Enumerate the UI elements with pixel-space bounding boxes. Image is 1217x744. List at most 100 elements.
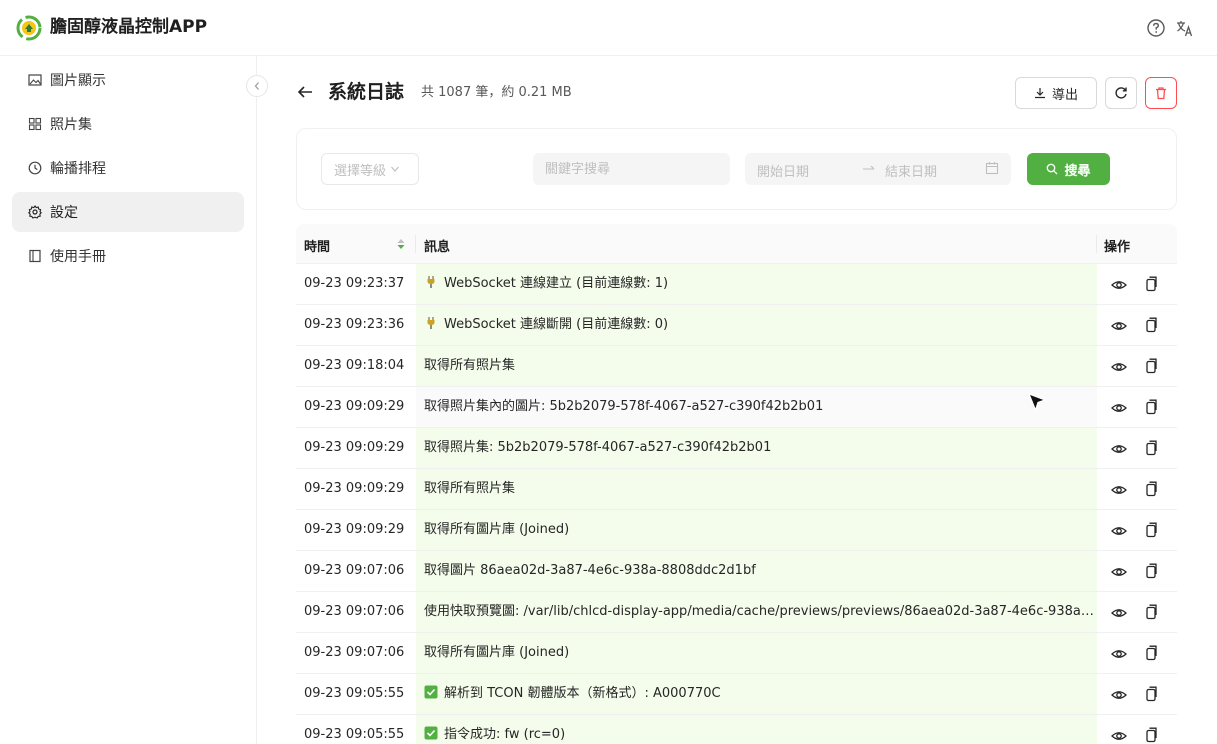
app-header: 膽固醇液晶控制APP — [0, 0, 1217, 56]
copy-icon[interactable] — [1144, 276, 1158, 292]
copy-icon[interactable] — [1144, 440, 1158, 456]
log-message: 指令成功: fw (rc=0) — [416, 715, 1097, 744]
table-row[interactable]: 09-23 09:09:29 取得所有圖片庫 (Joined) — [296, 510, 1177, 551]
table-row[interactable]: 09-23 09:18:04 取得所有照片集 — [296, 346, 1177, 387]
chevron-down-icon — [391, 166, 399, 172]
copy-icon[interactable] — [1144, 522, 1158, 538]
log-time: 09-23 09:05:55 — [296, 674, 416, 714]
log-message: 取得所有圖片庫 (Joined) — [416, 633, 1097, 673]
check-icon — [424, 685, 438, 699]
row-actions — [1097, 264, 1177, 304]
help-icon[interactable] — [1146, 18, 1166, 38]
log-message: 取得照片集: 5b2b2079-578f-4067-a527-c390f42b2… — [416, 428, 1097, 468]
row-actions — [1097, 592, 1177, 632]
log-message-text: 取得照片集: 5b2b2079-578f-4067-a527-c390f42b2… — [424, 440, 772, 455]
copy-icon[interactable] — [1144, 563, 1158, 579]
sidebar-item-settings[interactable]: 設定 — [12, 192, 244, 232]
log-message-text: WebSocket 連線斷開 (目前連線數: 0) — [444, 317, 669, 332]
copy-icon[interactable] — [1144, 604, 1158, 620]
log-message: 取得圖片 86aea02d-3a87-4e6c-938a-8808ddc2d1b… — [416, 551, 1097, 591]
grid-icon — [28, 117, 42, 131]
log-message-text: 取得照片集內的圖片: 5b2b2079-578f-4067-a527-c390f… — [424, 399, 824, 414]
copy-icon[interactable] — [1144, 686, 1158, 702]
log-message-text: 取得所有照片集 — [424, 481, 516, 496]
search-button[interactable]: 搜尋 — [1027, 153, 1110, 185]
row-actions — [1097, 674, 1177, 714]
table-row[interactable]: 09-23 09:09:29 取得所有照片集 — [296, 469, 1177, 510]
log-message-text: 取得圖片 86aea02d-3a87-4e6c-938a-8808ddc2d1b… — [424, 563, 756, 578]
column-header-actions: 操作 — [1104, 240, 1131, 255]
copy-icon[interactable] — [1144, 727, 1158, 743]
log-time: 09-23 09:18:04 — [296, 346, 416, 386]
back-arrow-icon[interactable] — [296, 83, 314, 101]
keyword-search-input[interactable] — [533, 153, 730, 185]
column-header-message: 訊息 — [424, 240, 451, 255]
copy-icon[interactable] — [1144, 399, 1158, 415]
log-message-text: WebSocket 連線建立 (目前連線數: 1) — [444, 276, 669, 291]
log-time: 09-23 09:07:06 — [296, 633, 416, 673]
table-row[interactable]: 09-23 09:05:55 指令成功: fw (rc=0) — [296, 715, 1177, 744]
calendar-icon — [985, 162, 999, 175]
refresh-button[interactable] — [1105, 77, 1137, 109]
table-row[interactable]: 09-23 09:07:06 使用快取預覽圖: /var/lib/chlcd-d… — [296, 592, 1177, 633]
log-time: 09-23 09:09:29 — [296, 469, 416, 509]
table-row[interactable]: 09-23 09:09:29 取得照片集: 5b2b2079-578f-4067… — [296, 428, 1177, 469]
sidebar-item-manual[interactable]: 使用手冊 — [12, 236, 244, 276]
eye-icon[interactable] — [1111, 359, 1127, 375]
export-button[interactable]: 導出 — [1015, 77, 1097, 109]
sidebar-item-albums[interactable]: 照片集 — [12, 104, 244, 144]
table-row[interactable]: 09-23 09:05:55 解析到 TCON 韌體版本（新格式）: A0007… — [296, 674, 1177, 715]
eye-icon[interactable] — [1111, 605, 1127, 621]
log-message-text: 取得所有圖片庫 (Joined) — [424, 522, 570, 537]
sidebar-collapse-button[interactable] — [246, 75, 268, 97]
start-date-input[interactable]: 開始日期 — [757, 161, 809, 180]
eye-icon[interactable] — [1111, 564, 1127, 580]
sidebar-item-label: 使用手冊 — [50, 249, 106, 265]
mouse-cursor-icon — [1027, 392, 1047, 412]
log-message: 取得所有照片集 — [416, 469, 1097, 509]
end-date-input[interactable]: 結束日期 — [885, 161, 937, 180]
page-title: 系統日誌 — [328, 81, 405, 103]
eye-icon[interactable] — [1111, 277, 1127, 293]
eye-icon[interactable] — [1111, 482, 1127, 498]
date-range-picker[interactable]: 開始日期 結束日期 — [745, 153, 1011, 185]
table-row[interactable]: 09-23 09:07:06 取得所有圖片庫 (Joined) — [296, 633, 1177, 674]
copy-icon[interactable] — [1144, 645, 1158, 661]
log-message: 取得所有圖片庫 (Joined) — [416, 510, 1097, 550]
eye-icon[interactable] — [1111, 400, 1127, 416]
log-message: WebSocket 連線建立 (目前連線數: 1) — [416, 264, 1097, 304]
sidebar-item-image-display[interactable]: 圖片顯示 — [12, 60, 244, 100]
search-icon — [1047, 163, 1058, 175]
copy-icon[interactable] — [1144, 317, 1158, 333]
sidebar-item-schedule[interactable]: 輪播排程 — [12, 148, 244, 188]
copy-icon[interactable] — [1144, 358, 1158, 374]
refresh-icon — [1115, 87, 1127, 99]
delete-button[interactable] — [1145, 77, 1177, 109]
level-select-placeholder: 選擇等級 — [334, 163, 387, 179]
translate-icon[interactable] — [1175, 18, 1195, 38]
eye-icon[interactable] — [1111, 441, 1127, 457]
image-icon — [28, 74, 42, 86]
log-time: 09-23 09:07:06 — [296, 592, 416, 632]
column-divider — [415, 235, 416, 253]
eye-icon[interactable] — [1111, 318, 1127, 334]
table-row[interactable]: 09-23 09:07:06 取得圖片 86aea02d-3a87-4e6c-9… — [296, 551, 1177, 592]
trash-icon — [1156, 87, 1166, 100]
log-message-text: 指令成功: fw (rc=0) — [444, 727, 566, 742]
row-actions — [1097, 346, 1177, 386]
table-row[interactable]: 09-23 09:23:36 WebSocket 連線斷開 (目前連線數: 0) — [296, 305, 1177, 346]
sidebar-item-label: 照片集 — [50, 117, 92, 133]
table-row[interactable]: 09-23 09:23:37 WebSocket 連線建立 (目前連線數: 1) — [296, 264, 1177, 305]
eye-icon[interactable] — [1111, 523, 1127, 539]
log-message: 解析到 TCON 韌體版本（新格式）: A000770C — [416, 674, 1097, 714]
sidebar-item-label: 輪播排程 — [50, 161, 106, 177]
log-time: 09-23 09:09:29 — [296, 387, 416, 427]
sort-icon[interactable] — [396, 237, 406, 251]
eye-icon[interactable] — [1111, 646, 1127, 662]
copy-icon[interactable] — [1144, 481, 1158, 497]
column-header-time[interactable]: 時間 — [304, 236, 330, 255]
eye-icon[interactable] — [1111, 728, 1127, 744]
eye-icon[interactable] — [1111, 687, 1127, 703]
level-select[interactable]: 選擇等級 — [321, 153, 419, 185]
sidebar-item-label: 圖片顯示 — [50, 73, 106, 89]
